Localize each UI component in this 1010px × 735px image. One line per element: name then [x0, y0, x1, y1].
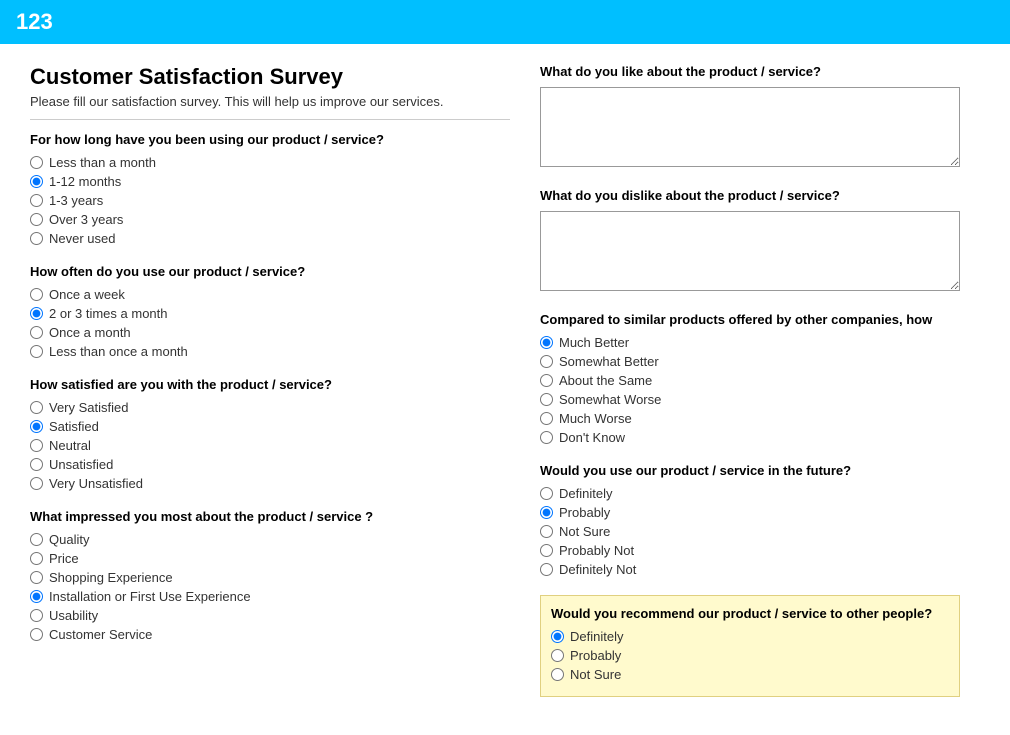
- main-container: Customer Satisfaction Survey Please fill…: [0, 44, 1010, 735]
- future-option-1[interactable]: Definitely: [540, 486, 960, 501]
- satisfaction-label: How satisfied are you with the product /…: [30, 377, 510, 392]
- future-option-4[interactable]: Probably Not: [540, 543, 960, 558]
- satisfaction-option-3[interactable]: Neutral: [30, 438, 510, 453]
- left-column: Customer Satisfaction Survey Please fill…: [30, 64, 510, 715]
- satisfaction-section: How satisfied are you with the product /…: [30, 377, 510, 491]
- dislike-textarea[interactable]: [540, 211, 960, 291]
- logo: 123: [16, 9, 53, 35]
- like-textarea[interactable]: [540, 87, 960, 167]
- duration-option-2[interactable]: 1-12 months: [30, 174, 510, 189]
- recommend-section: Would you recommend our product / servic…: [540, 595, 960, 697]
- impressed-section: What impressed you most about the produc…: [30, 509, 510, 642]
- frequency-option-3[interactable]: Once a month: [30, 325, 510, 340]
- usage-frequency-label: How often do you use our product / servi…: [30, 264, 510, 279]
- frequency-option-1[interactable]: Once a week: [30, 287, 510, 302]
- comparison-label: Compared to similar products offered by …: [540, 312, 960, 327]
- like-label: What do you like about the product / ser…: [540, 64, 960, 79]
- impressed-label: What impressed you most about the produc…: [30, 509, 510, 524]
- header: 123: [0, 0, 1010, 44]
- impressed-option-6[interactable]: Customer Service: [30, 627, 510, 642]
- right-column: What do you like about the product / ser…: [540, 64, 960, 715]
- comparison-option-4[interactable]: Somewhat Worse: [540, 392, 960, 407]
- survey-title: Customer Satisfaction Survey: [30, 64, 510, 90]
- impressed-option-2[interactable]: Price: [30, 551, 510, 566]
- impressed-option-1[interactable]: Quality: [30, 532, 510, 547]
- impressed-option-3[interactable]: Shopping Experience: [30, 570, 510, 585]
- survey-subtitle: Please fill our satisfaction survey. Thi…: [30, 94, 510, 120]
- comparison-option-5[interactable]: Much Worse: [540, 411, 960, 426]
- dislike-label: What do you dislike about the product / …: [540, 188, 960, 203]
- satisfaction-option-4[interactable]: Unsatisfied: [30, 457, 510, 472]
- like-section: What do you like about the product / ser…: [540, 64, 960, 170]
- dislike-section: What do you dislike about the product / …: [540, 188, 960, 294]
- comparison-option-2[interactable]: Somewhat Better: [540, 354, 960, 369]
- frequency-option-2[interactable]: 2 or 3 times a month: [30, 306, 510, 321]
- recommend-label: Would you recommend our product / servic…: [551, 606, 949, 621]
- future-use-section: Would you use our product / service in t…: [540, 463, 960, 577]
- satisfaction-option-1[interactable]: Very Satisfied: [30, 400, 510, 415]
- satisfaction-option-5[interactable]: Very Unsatisfied: [30, 476, 510, 491]
- duration-option-4[interactable]: Over 3 years: [30, 212, 510, 227]
- future-option-2[interactable]: Probably: [540, 505, 960, 520]
- comparison-option-1[interactable]: Much Better: [540, 335, 960, 350]
- duration-option-1[interactable]: Less than a month: [30, 155, 510, 170]
- duration-option-5[interactable]: Never used: [30, 231, 510, 246]
- comparison-option-6[interactable]: Don't Know: [540, 430, 960, 445]
- duration-option-3[interactable]: 1-3 years: [30, 193, 510, 208]
- future-option-3[interactable]: Not Sure: [540, 524, 960, 539]
- future-use-label: Would you use our product / service in t…: [540, 463, 960, 478]
- usage-duration-label: For how long have you been using our pro…: [30, 132, 510, 147]
- recommend-option-3[interactable]: Not Sure: [551, 667, 949, 682]
- recommend-option-1[interactable]: Definitely: [551, 629, 949, 644]
- future-option-5[interactable]: Definitely Not: [540, 562, 960, 577]
- impressed-option-5[interactable]: Usability: [30, 608, 510, 623]
- impressed-option-4[interactable]: Installation or First Use Experience: [30, 589, 510, 604]
- comparison-section: Compared to similar products offered by …: [540, 312, 960, 445]
- satisfaction-option-2[interactable]: Satisfied: [30, 419, 510, 434]
- recommend-option-2[interactable]: Probably: [551, 648, 949, 663]
- comparison-option-3[interactable]: About the Same: [540, 373, 960, 388]
- frequency-option-4[interactable]: Less than once a month: [30, 344, 510, 359]
- usage-frequency-section: How often do you use our product / servi…: [30, 264, 510, 359]
- usage-duration-section: For how long have you been using our pro…: [30, 132, 510, 246]
